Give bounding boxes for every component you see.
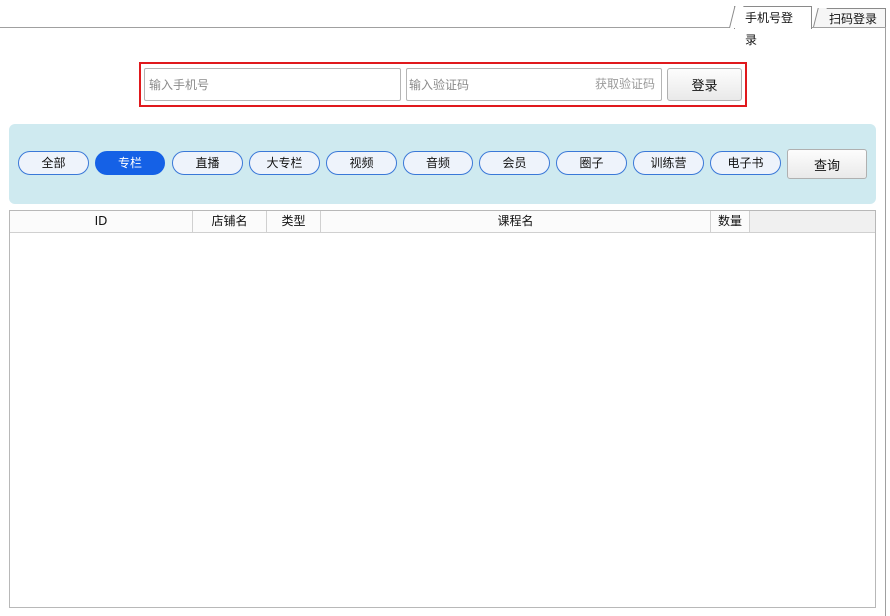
column-header-shop[interactable]: 店铺名 (193, 211, 267, 232)
tab-qr-login[interactable]: 扫码登录 (818, 8, 886, 28)
column-header-id[interactable]: ID (10, 211, 193, 232)
column-header-course[interactable]: 课程名 (321, 211, 711, 232)
login-button[interactable]: 登录 (667, 68, 742, 101)
query-button[interactable]: 查询 (787, 149, 867, 179)
filter-audio[interactable]: 音频 (403, 151, 473, 175)
filter-live[interactable]: 直播 (172, 151, 243, 175)
phone-input[interactable] (144, 68, 401, 101)
column-header-count[interactable]: 数量 (711, 211, 750, 232)
filter-big-column[interactable]: 大专栏 (249, 151, 320, 175)
code-field: 获取验证码 (406, 68, 662, 101)
filter-ebook[interactable]: 电子书 (710, 151, 781, 175)
get-code-link[interactable]: 获取验证码 (595, 69, 655, 100)
filter-circle[interactable]: 圈子 (556, 151, 627, 175)
filter-camp[interactable]: 训练营 (633, 151, 704, 175)
window-edge (885, 27, 886, 616)
login-panel: 获取验证码 登录 (139, 62, 747, 107)
filter-video[interactable]: 视频 (326, 151, 397, 175)
results-table[interactable]: ID 店铺名 类型 课程名 数量 (9, 210, 876, 608)
filter-column[interactable]: 专栏 (95, 151, 165, 175)
column-header-filler (750, 211, 875, 232)
column-header-type[interactable]: 类型 (267, 211, 321, 232)
table-header: ID 店铺名 类型 课程名 数量 (10, 211, 875, 233)
filter-member[interactable]: 会员 (479, 151, 550, 175)
filter-all[interactable]: 全部 (18, 151, 89, 175)
code-input[interactable] (407, 69, 581, 100)
filter-bar: 全部 专栏 直播 大专栏 视频 音频 会员 圈子 训练营 电子书 查询 (9, 124, 876, 204)
tab-phone-login[interactable]: 手机号登录 (734, 6, 812, 47)
